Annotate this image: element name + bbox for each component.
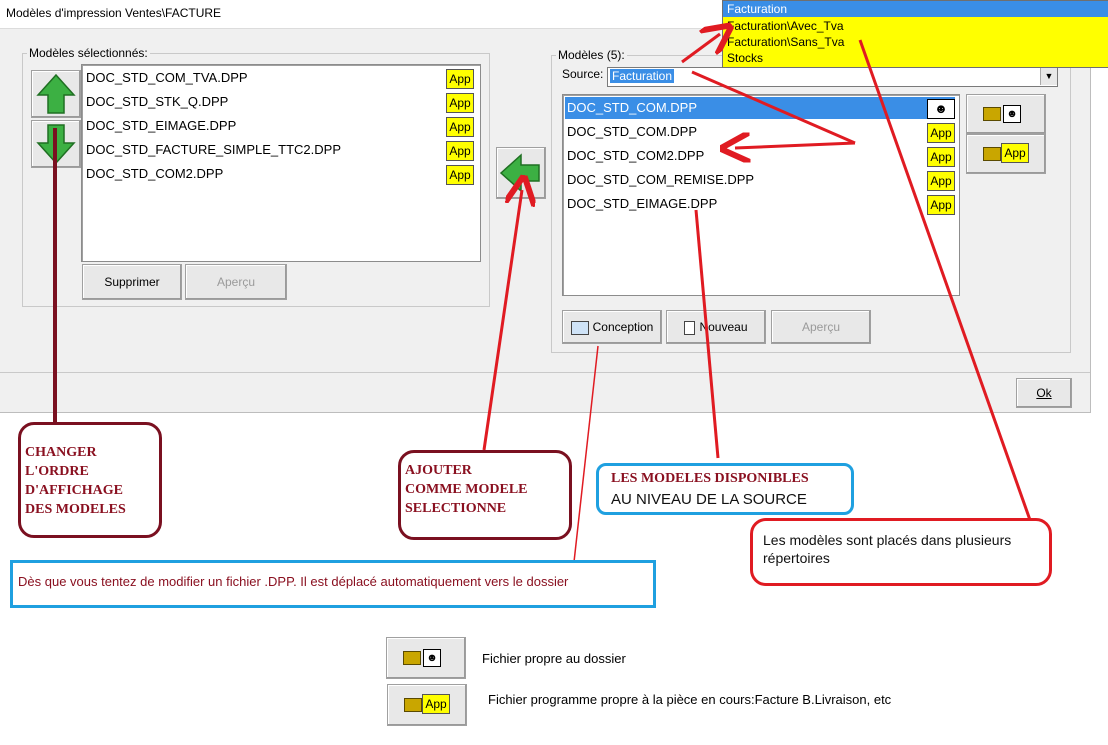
add-line-2: COMME MODELE bbox=[405, 482, 528, 497]
folder-icon bbox=[403, 651, 421, 665]
available-line-1: LES MODELES DISPONIBLES bbox=[611, 471, 809, 486]
available-line-2: AU NIVEAU DE LA SOURCE bbox=[611, 491, 807, 508]
legend-folder-button: ☻ bbox=[386, 637, 466, 679]
source-arrow-line-b bbox=[691, 70, 856, 145]
order-line-1: CHANGER bbox=[25, 445, 97, 460]
folders-annotation: Les modèles sont placés dans plusieurs r… bbox=[750, 518, 1052, 586]
source-arrow-line-a bbox=[735, 143, 856, 148]
order-line-3: D'AFFICHAGE bbox=[25, 483, 123, 498]
add-arrow-line bbox=[482, 190, 522, 451]
legend-program-button: App bbox=[387, 684, 467, 726]
folders-note: Les modèles sont placés dans plusieurs r… bbox=[763, 532, 1012, 566]
design-arrow-line bbox=[573, 345, 599, 563]
order-line-4: DES MODELES bbox=[25, 502, 126, 517]
available-arrow-line bbox=[694, 209, 720, 459]
order-line-2: L'ORDRE bbox=[25, 464, 89, 479]
legend-program-label: Fichier programme propre à la pièce en c… bbox=[488, 692, 892, 707]
available-annotation: LES MODELES DISPONIBLES AU NIVEAU DE LA … bbox=[596, 463, 854, 515]
user-face-icon: ☻ bbox=[423, 649, 441, 667]
dpp-annotation: Dès que vous tentez de modifier un fichi… bbox=[10, 560, 656, 608]
add-annotation: AJOUTER COMME MODELE SELECTIONNE bbox=[398, 450, 572, 540]
app-badge: App bbox=[422, 694, 450, 714]
add-line-3: SELECTIONNE bbox=[405, 501, 507, 516]
dropdown-arrow-line bbox=[681, 34, 720, 64]
folder-icon bbox=[404, 698, 422, 712]
annotation-arrows bbox=[53, 0, 1032, 563]
order-annotation: CHANGER L'ORDRE D'AFFICHAGE DES MODELES bbox=[18, 422, 162, 538]
add-line-1: AJOUTER bbox=[405, 463, 472, 478]
folders-arrow-line bbox=[858, 39, 1032, 521]
dpp-note: Dès que vous tentez de modifier un fichi… bbox=[18, 574, 569, 589]
legend-folder-label: Fichier propre au dossier bbox=[482, 651, 626, 666]
